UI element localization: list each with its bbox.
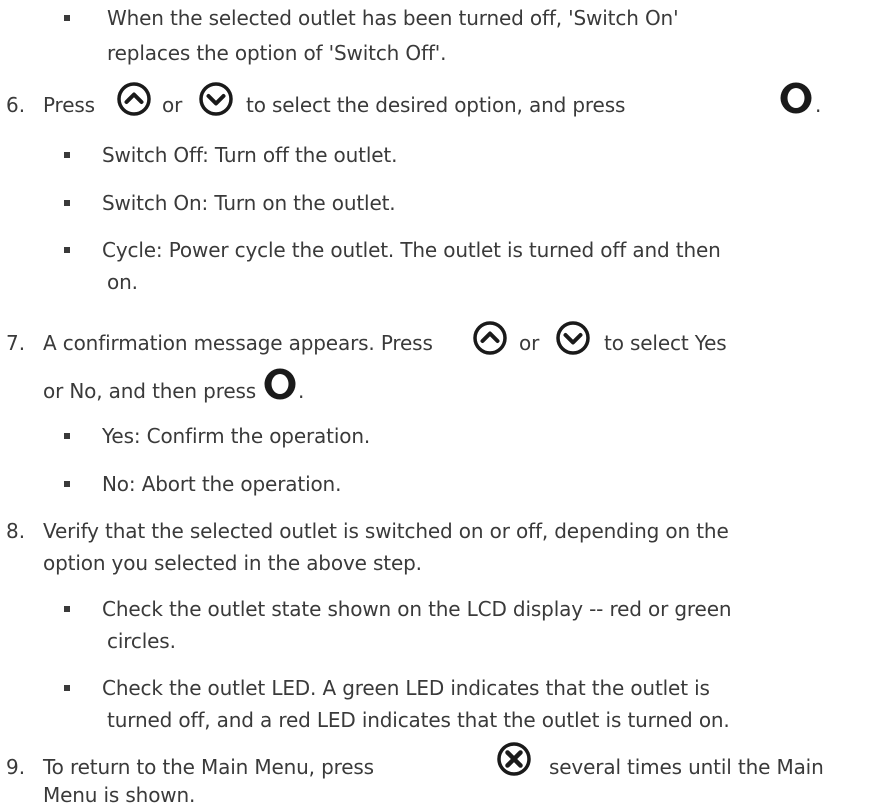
bullet-text: No: Abort the operation.	[102, 472, 342, 496]
bullet-marker	[64, 200, 70, 206]
step-number: 7.	[6, 331, 26, 355]
chevron-down-circle-icon	[555, 320, 591, 356]
step-number: 6.	[6, 93, 26, 117]
step-number: 9.	[6, 755, 26, 779]
bullet-text: circles.	[107, 629, 176, 653]
step-text: or	[162, 93, 183, 117]
ok-ring-icon	[778, 80, 814, 116]
step-text: .	[298, 379, 305, 403]
bullet-marker	[64, 15, 70, 21]
bullet-text: Switch Off: Turn off the outlet.	[102, 143, 398, 167]
step-text: to select the desired option, and press	[246, 93, 626, 117]
step-text: to select Yes	[604, 331, 727, 355]
step-text: option you selected in the above step.	[43, 551, 422, 575]
step-text: Press	[43, 93, 95, 117]
bullet-marker	[64, 685, 70, 691]
step-text: To return to the Main Menu, press	[43, 755, 374, 779]
manual-page: When the selected outlet has been turned…	[0, 0, 874, 807]
step-text: Menu is shown.	[43, 783, 196, 807]
bullet-marker	[64, 606, 70, 612]
chevron-up-circle-icon	[116, 81, 152, 117]
bullet-text: replaces the option of 'Switch Off'.	[107, 41, 447, 65]
bullet-text: Yes: Confirm the operation.	[102, 424, 371, 448]
bullet-marker	[64, 152, 70, 158]
bullet-marker	[64, 247, 70, 253]
bullet-text: When the selected outlet has been turned…	[107, 6, 679, 30]
step-text: .	[815, 93, 822, 117]
bullet-marker	[64, 433, 70, 439]
chevron-up-circle-icon	[472, 320, 508, 356]
bullet-text: on.	[107, 270, 138, 294]
bullet-text: Switch On: Turn on the outlet.	[102, 191, 396, 215]
step-text: several times until the Main	[549, 755, 824, 779]
step-text: A confirmation message appears. Press	[43, 331, 433, 355]
chevron-down-circle-icon	[198, 81, 234, 117]
ok-ring-icon	[262, 366, 298, 402]
close-circle-icon	[496, 741, 532, 777]
step-text: or No, and then press	[43, 379, 257, 403]
step-number: 8.	[6, 519, 26, 543]
step-text: or	[519, 331, 540, 355]
step-text: Verify that the selected outlet is switc…	[43, 519, 729, 543]
bullet-text: Cycle: Power cycle the outlet. The outle…	[102, 238, 721, 262]
bullet-text: Check the outlet state shown on the LCD …	[102, 597, 732, 621]
bullet-text: Check the outlet LED. A green LED indica…	[102, 676, 710, 700]
bullet-text: turned off, and a red LED indicates that…	[107, 708, 730, 732]
bullet-marker	[64, 481, 70, 487]
